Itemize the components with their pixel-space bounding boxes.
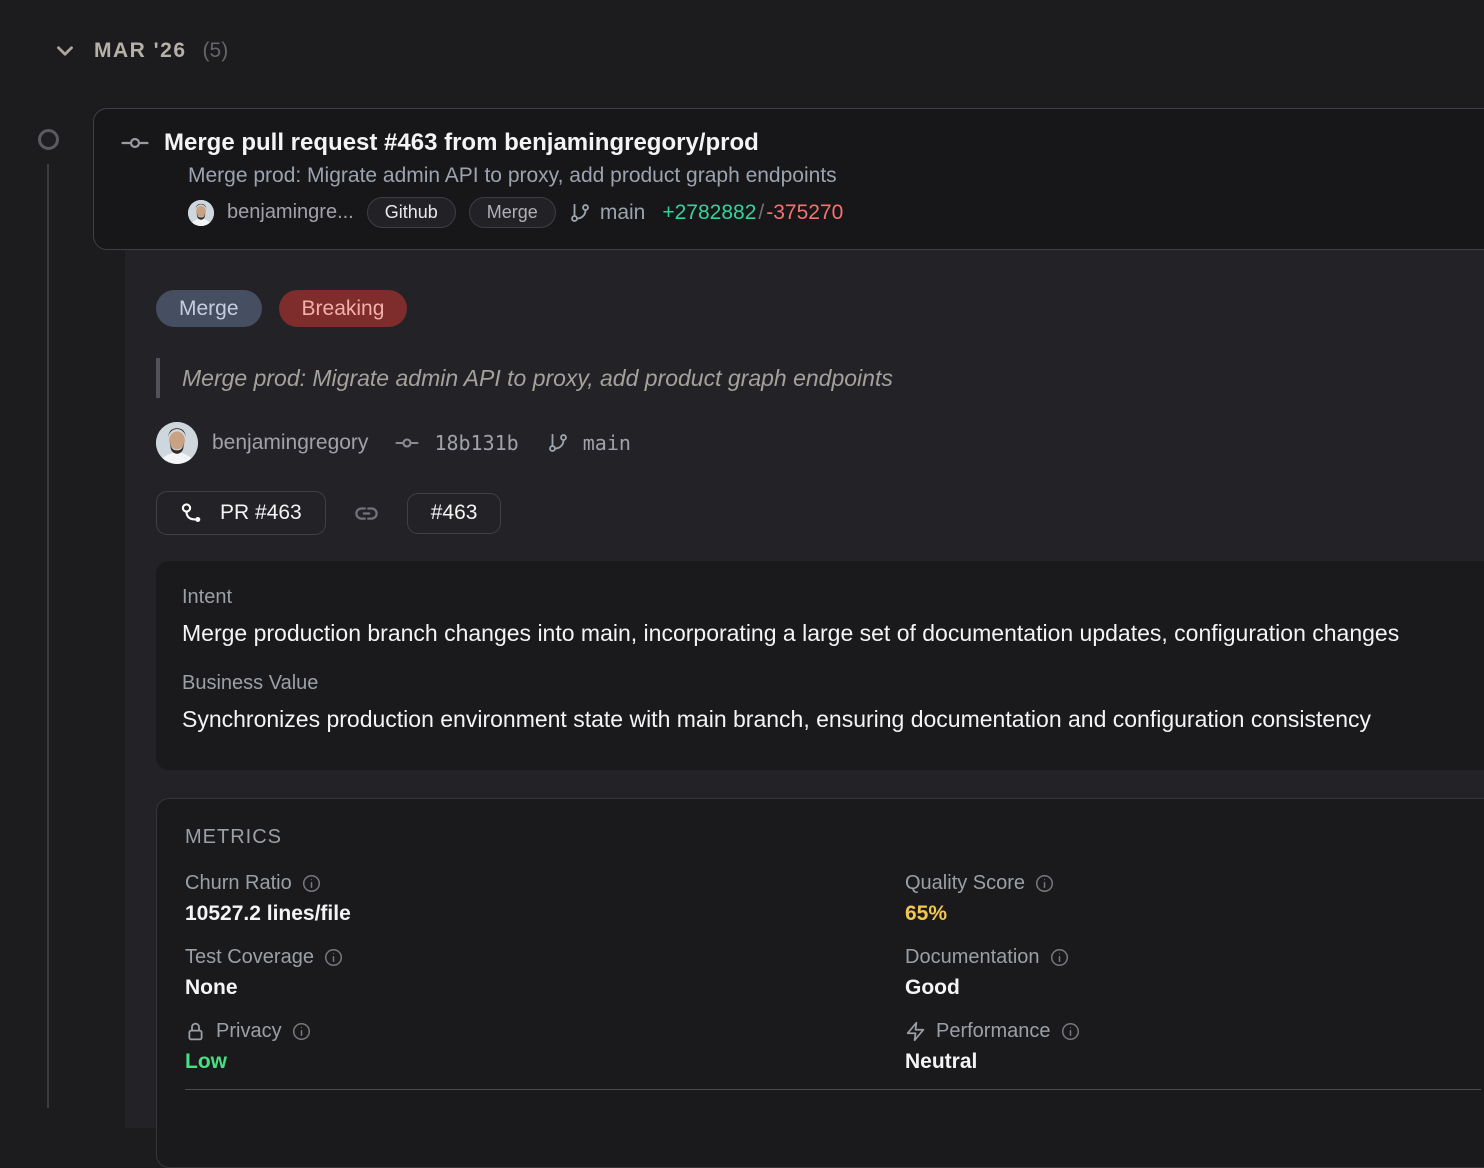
- business-value-label: Business Value: [182, 672, 1484, 695]
- metric-value: Good: [905, 976, 1481, 1000]
- metric-label: Documentation: [905, 946, 1040, 969]
- commit-subtitle: Merge prod: Migrate admin API to proxy, …: [188, 164, 1484, 188]
- intent-text: Merge production branch changes into mai…: [182, 620, 1484, 647]
- breaking-badge: Breaking: [279, 290, 408, 327]
- pr-link-row: PR #463 #463: [156, 491, 1484, 535]
- zap-icon: [905, 1021, 926, 1042]
- metric-value: Neutral: [905, 1050, 1481, 1074]
- commit-detail-panel: Merge Breaking Merge prod: Migrate admin…: [125, 250, 1484, 1128]
- author-name-full: benjamingregory: [212, 431, 368, 455]
- info-icon[interactable]: [324, 948, 343, 967]
- metric-test-coverage: Test Coverage None: [185, 946, 905, 1000]
- detail-badge-row: Merge Breaking: [156, 290, 1484, 327]
- info-icon[interactable]: [1035, 874, 1054, 893]
- diff-stats: +2782882 / -375270: [662, 201, 843, 225]
- issue-number-label: #463: [431, 501, 478, 525]
- commit-card-title-row: Merge pull request #463 from benjamingre…: [121, 129, 1484, 157]
- pr-button[interactable]: PR #463: [156, 491, 326, 535]
- info-icon[interactable]: [1061, 1022, 1080, 1041]
- timeline-node: [38, 129, 59, 150]
- month-group-header[interactable]: MAR '26 (5): [52, 38, 228, 64]
- month-label: MAR '26: [94, 39, 187, 63]
- metric-label: Performance: [936, 1020, 1051, 1043]
- metric-privacy: Privacy Low: [185, 1020, 905, 1074]
- metric-churn-ratio: Churn Ratio 10527.2 lines/file: [185, 872, 905, 926]
- metric-documentation: Documentation Good: [905, 946, 1481, 1000]
- metric-label: Quality Score: [905, 872, 1025, 895]
- info-icon[interactable]: [1050, 948, 1069, 967]
- detail-branch-name: main: [583, 431, 631, 455]
- author-avatar: [188, 200, 214, 226]
- author-avatar-large: [156, 422, 198, 464]
- merge-badge: Merge: [156, 290, 262, 327]
- source-badge: Github: [367, 197, 456, 228]
- commit-hash: 18b131b: [434, 431, 518, 455]
- detail-author-row: benjamingregory 18b131b main: [156, 422, 1484, 464]
- metric-value: 10527.2 lines/file: [185, 902, 905, 926]
- business-value-text: Synchronizes production environment stat…: [182, 706, 1484, 733]
- metric-performance: Performance Neutral: [905, 1020, 1481, 1074]
- metrics-divider: [185, 1089, 1481, 1090]
- metric-label: Privacy: [216, 1020, 282, 1043]
- timeline-connector: [47, 164, 49, 1108]
- chevron-down-icon[interactable]: [52, 38, 78, 64]
- author-name-truncated: benjamingre...: [227, 201, 354, 224]
- pr-button-label: PR #463: [220, 501, 302, 525]
- metric-value: None: [185, 976, 905, 1000]
- intent-label: Intent: [182, 586, 1484, 609]
- metrics-grid: Churn Ratio 10527.2 lines/file Quality S…: [185, 872, 1481, 1074]
- branch-icon: [547, 432, 569, 454]
- commit-message-quote: Merge prod: Migrate admin API to proxy, …: [156, 358, 1484, 398]
- link-icon: [353, 500, 380, 527]
- diff-separator: /: [758, 201, 764, 225]
- metrics-title: METRICS: [185, 826, 1481, 849]
- lock-icon: [185, 1021, 206, 1042]
- metric-label: Churn Ratio: [185, 872, 292, 895]
- pull-request-icon: [180, 502, 203, 525]
- info-icon[interactable]: [302, 874, 321, 893]
- metric-value: Low: [185, 1050, 905, 1074]
- commit-type-badge: Merge: [469, 197, 556, 228]
- branch-icon: [569, 202, 591, 224]
- commit-title: Merge pull request #463 from benjamingre…: [164, 129, 759, 157]
- metric-label: Test Coverage: [185, 946, 314, 969]
- branch-name: main: [600, 201, 646, 225]
- metric-quality-score: Quality Score 65%: [905, 872, 1481, 926]
- metrics-panel: METRICS Churn Ratio 10527.2 lines/file Q…: [156, 798, 1484, 1168]
- diff-deletions: -375270: [766, 201, 843, 225]
- metric-value: 65%: [905, 902, 1481, 926]
- info-icon[interactable]: [292, 1022, 311, 1041]
- intent-panel: Intent Merge production branch changes i…: [156, 561, 1484, 770]
- commit-icon: [121, 135, 149, 151]
- issue-number-button[interactable]: #463: [407, 493, 502, 534]
- month-count: (5): [203, 39, 229, 63]
- commit-icon: [394, 436, 420, 450]
- diff-additions: +2782882: [662, 201, 756, 225]
- commit-meta-row: benjamingre... Github Merge main +278288…: [188, 197, 1484, 228]
- commit-card[interactable]: Merge pull request #463 from benjamingre…: [93, 108, 1484, 250]
